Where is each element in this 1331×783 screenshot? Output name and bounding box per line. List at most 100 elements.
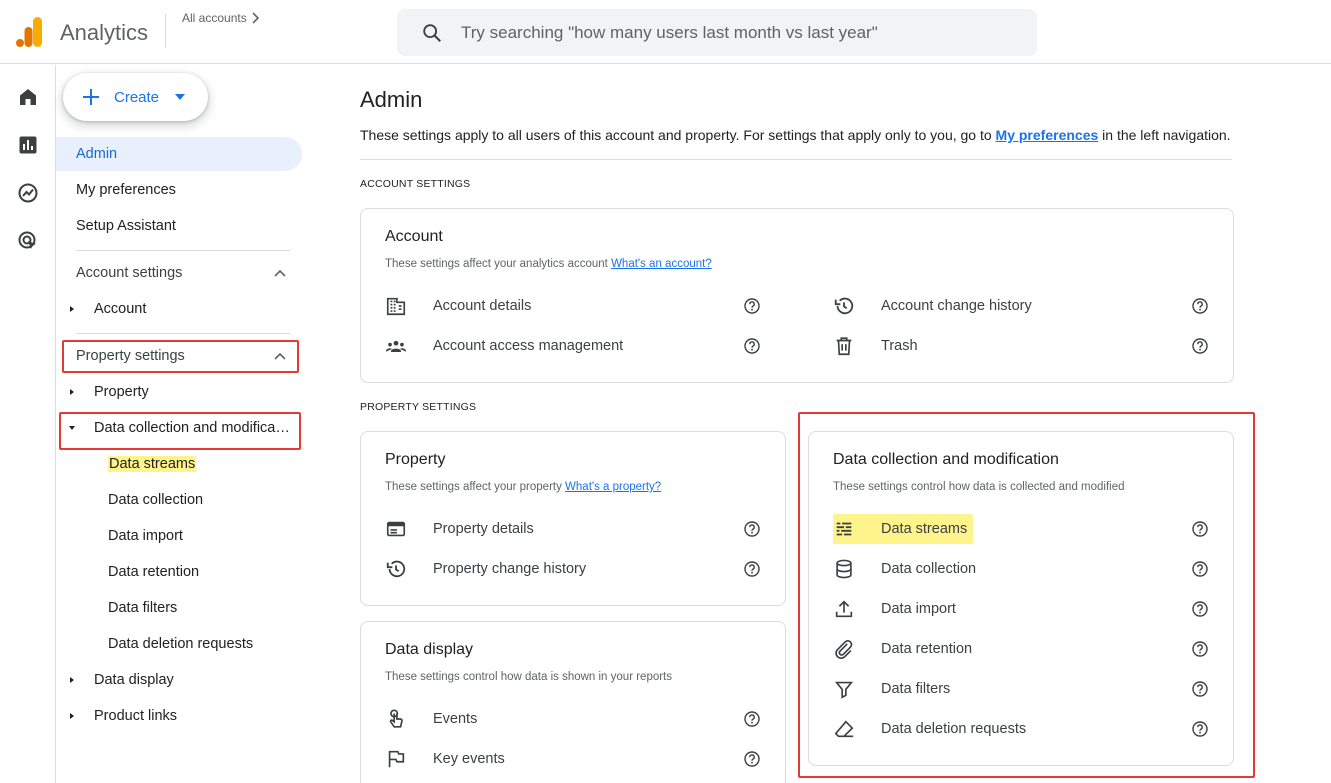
history-icon: [385, 558, 407, 580]
page-description: These settings apply to all users of thi…: [360, 127, 1231, 143]
sidebar-item-setup-assistant[interactable]: Setup Assistant: [56, 209, 176, 243]
sidebar-sub-data-streams[interactable]: Data streams: [108, 450, 197, 478]
sidebar-item-data-display[interactable]: Data display: [64, 663, 174, 697]
data-deletion-requests-label: Data deletion requests: [881, 721, 1027, 737]
trash-row[interactable]: Trash: [809, 333, 1229, 359]
whats-an-account-link[interactable]: What's an account?: [611, 258, 712, 270]
data-streams-icon: [833, 518, 855, 540]
data-display-label: Data display: [94, 672, 174, 688]
account-change-history-row[interactable]: Account change history: [809, 293, 1229, 319]
data-import-row[interactable]: Data import: [809, 596, 1229, 622]
sidebar-sub-data-import[interactable]: Data import: [108, 522, 183, 550]
sidebar-sub-data-retention[interactable]: Data retention: [108, 558, 199, 586]
account-change-history-label: Account change history: [881, 298, 1032, 314]
triangle-right-icon: [66, 386, 78, 398]
data-deletion-requests-row[interactable]: Data deletion requests: [809, 716, 1229, 742]
touch-icon: [385, 708, 407, 730]
people-icon: [385, 335, 407, 357]
history-icon: [833, 295, 855, 317]
eraser-icon: [833, 718, 855, 740]
triangle-right-icon: [66, 303, 78, 315]
help-icon[interactable]: [744, 298, 760, 314]
events-label: Events: [433, 711, 478, 727]
app-title: Analytics: [60, 20, 149, 45]
data-import-label: Data import: [881, 601, 956, 617]
data-retention-row[interactable]: Data retention: [809, 636, 1229, 662]
create-button[interactable]: Create: [63, 73, 208, 121]
sidebar-item-admin[interactable]: Admin: [56, 137, 302, 171]
help-icon[interactable]: [744, 711, 760, 727]
data-streams-row[interactable]: Data streams: [809, 514, 1229, 544]
account-settings-heading: ACCOUNT SETTINGS: [360, 178, 471, 190]
account-card-sub-text: These settings affect your analytics acc…: [385, 258, 612, 270]
sidebar-sub-data-collection[interactable]: Data collection: [108, 486, 203, 514]
help-icon[interactable]: [1192, 721, 1208, 737]
help-icon[interactable]: [1192, 521, 1208, 537]
triangle-right-icon: [66, 674, 78, 686]
sidebar-sub-data-filters[interactable]: Data filters: [108, 594, 177, 622]
sidebar-item-account[interactable]: Account: [64, 292, 146, 326]
whats-a-property-link[interactable]: What's a property?: [565, 481, 661, 493]
help-icon[interactable]: [1192, 641, 1208, 657]
help-icon[interactable]: [1192, 601, 1208, 617]
property-card: Property These settings affect your prop…: [360, 431, 786, 606]
trash-label: Trash: [881, 338, 918, 354]
data-retention-label: Data retention: [881, 641, 973, 657]
paperclip-icon: [833, 638, 855, 660]
sidebar-item-my-preferences[interactable]: My preferences: [56, 173, 176, 207]
account-access-management-row[interactable]: Account access management: [361, 333, 781, 359]
key-events-label: Key events: [433, 751, 505, 767]
all-accounts-link[interactable]: All accounts: [182, 11, 259, 25]
sidebar-item-property[interactable]: Property: [64, 375, 149, 409]
page-desc-text: These settings apply to all users of thi…: [360, 127, 996, 143]
divider: [76, 333, 290, 334]
plus-icon: [81, 87, 101, 107]
search-input[interactable]: Try searching "how many users last month…: [461, 23, 878, 43]
reports-icon[interactable]: [16, 133, 40, 157]
divider: [360, 159, 1232, 160]
help-icon[interactable]: [744, 338, 760, 354]
analytics-logo-icon[interactable]: [16, 17, 42, 47]
advertising-icon[interactable]: [16, 229, 40, 253]
account-access-management-label: Account access management: [433, 338, 624, 354]
account-card: Account These settings affect your analy…: [360, 208, 1234, 383]
account-details-row[interactable]: Account details: [361, 293, 781, 319]
dcm-card-title: Data collection and modification: [833, 451, 1059, 468]
events-row[interactable]: Events: [361, 706, 781, 732]
account-settings-toggle[interactable]: Account settings: [76, 256, 290, 290]
help-icon[interactable]: [744, 751, 760, 767]
sidebar-sub-data-deletion-requests[interactable]: Data deletion requests: [108, 630, 253, 658]
data-display-card-subtitle: These settings control how data is shown…: [385, 671, 673, 683]
data-filters-row[interactable]: Data filters: [809, 676, 1229, 702]
page-title: Admin: [360, 87, 423, 112]
help-icon[interactable]: [1192, 298, 1208, 314]
home-icon[interactable]: [16, 85, 40, 109]
my-preferences-link[interactable]: My preferences: [996, 127, 1099, 143]
chevron-up-icon: [274, 269, 286, 277]
help-icon[interactable]: [744, 521, 760, 537]
data-collection-label: Data collection: [881, 561, 977, 577]
header-divider: [165, 14, 166, 48]
help-icon[interactable]: [744, 561, 760, 577]
sidebar: Create Admin My preferences Setup Assist…: [56, 65, 316, 783]
help-icon[interactable]: [1192, 681, 1208, 697]
dcm-card-subtitle: These settings control how data is colle…: [833, 481, 1125, 493]
page-desc-tail: in the left navigation.: [1098, 127, 1231, 143]
property-change-history-row[interactable]: Property change history: [361, 556, 781, 582]
help-icon[interactable]: [1192, 338, 1208, 354]
key-events-row[interactable]: Key events: [361, 746, 781, 772]
data-collection-row[interactable]: Data collection: [809, 556, 1229, 582]
help-icon[interactable]: [1192, 561, 1208, 577]
chevron-right-icon: [251, 12, 259, 24]
building-icon: [385, 295, 407, 317]
filter-icon: [833, 678, 855, 700]
property-card-title: Property: [385, 451, 446, 468]
property-details-row[interactable]: Property details: [361, 516, 781, 542]
data-display-card: Data display These settings control how …: [360, 621, 786, 783]
sidebar-item-product-links[interactable]: Product links: [64, 699, 177, 733]
product-links-label: Product links: [94, 708, 178, 724]
annotation-box-property-settings: [62, 340, 299, 373]
search-bar[interactable]: Try searching "how many users last month…: [397, 9, 1037, 56]
explore-icon[interactable]: [16, 181, 40, 205]
property-settings-heading: PROPERTY SETTINGS: [360, 401, 477, 413]
